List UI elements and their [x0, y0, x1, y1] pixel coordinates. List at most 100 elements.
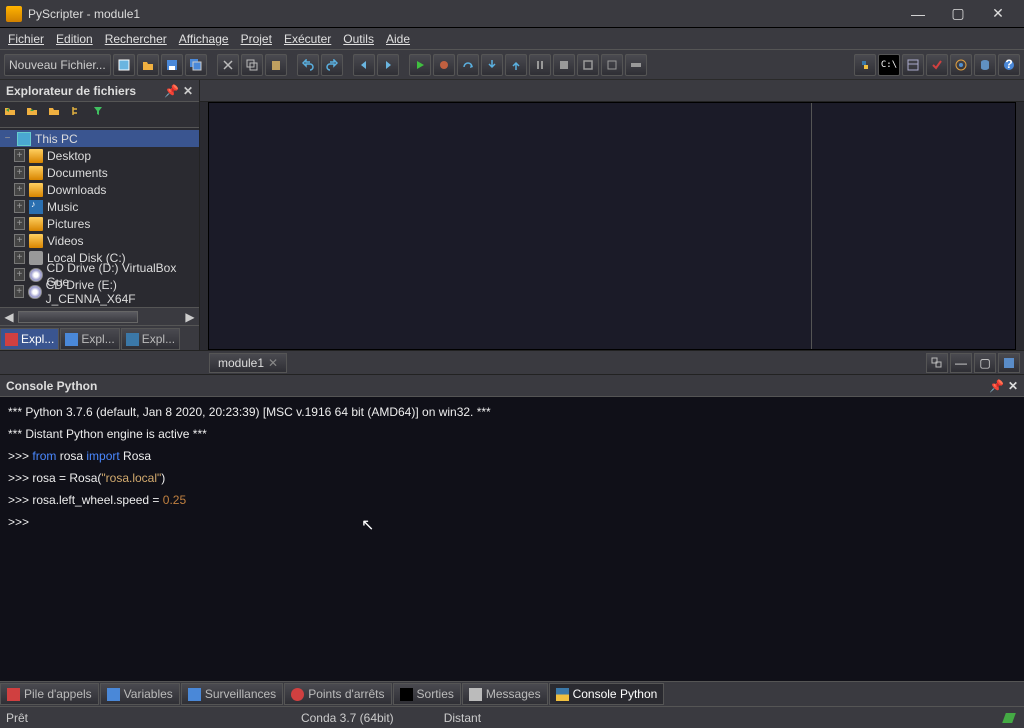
tab-variables[interactable]: Variables	[100, 683, 180, 705]
tree-item-documents[interactable]: +Documents	[0, 164, 199, 181]
pin-icon[interactable]: 📌	[164, 84, 179, 98]
redo-icon[interactable]	[321, 54, 343, 76]
debug-icon[interactable]	[433, 54, 455, 76]
expand-icon[interactable]: +	[14, 268, 25, 281]
expand-icon[interactable]: +	[14, 149, 25, 162]
scroll-right-icon[interactable]: ▶	[181, 308, 199, 325]
tab-messages[interactable]: Messages	[462, 683, 548, 705]
menu-executer[interactable]: Exécuter	[284, 32, 331, 46]
tab-points-arrets[interactable]: Points d'arrêts	[284, 683, 391, 705]
run-icon[interactable]	[409, 54, 431, 76]
console-close-icon[interactable]: ✕	[1008, 379, 1018, 393]
explorer-tab-2[interactable]: Expl...	[60, 328, 119, 350]
save-icon[interactable]	[161, 54, 183, 76]
explorer-tab-3[interactable]: Expl...	[121, 328, 180, 350]
step-into-icon[interactable]	[481, 54, 503, 76]
svg-text:?: ?	[1005, 59, 1012, 71]
menu-rechercher[interactable]: Rechercher	[105, 32, 167, 46]
tab-max-icon[interactable]	[998, 353, 1020, 373]
scroll-left-icon[interactable]: ◀	[0, 308, 18, 325]
new-file-button[interactable]: Nouveau Fichier...	[4, 54, 111, 76]
menu-edition[interactable]: Edition	[56, 32, 93, 46]
tool-icon[interactable]	[601, 54, 623, 76]
step-over-icon[interactable]	[457, 54, 479, 76]
menu-fichier[interactable]: Fichier	[8, 32, 44, 46]
tree-item-downloads[interactable]: +Downloads	[0, 181, 199, 198]
editor-tab-controls: — ▢	[926, 353, 1020, 373]
new-icon[interactable]	[113, 54, 135, 76]
undo-icon[interactable]	[297, 54, 319, 76]
up-folder-icon[interactable]	[26, 105, 46, 125]
wheel-icon[interactable]	[950, 54, 972, 76]
layout-icon[interactable]	[902, 54, 924, 76]
editor-margin-line	[811, 103, 812, 349]
explorer-h-scrollbar[interactable]: ◀ ▶	[0, 307, 199, 325]
cd-icon	[28, 285, 41, 299]
tree-item-videos[interactable]: +Videos	[0, 232, 199, 249]
copy-icon[interactable]	[241, 54, 263, 76]
scroll-thumb[interactable]	[18, 311, 138, 323]
help-icon[interactable]: ?	[998, 54, 1020, 76]
tab-surveillances[interactable]: Surveillances	[181, 683, 283, 705]
check-icon[interactable]	[926, 54, 948, 76]
menu-affichage[interactable]: Affichage	[179, 32, 229, 46]
expand-icon[interactable]: +	[14, 251, 25, 264]
tree-item-cd-drive-e[interactable]: +CD Drive (E:) J_CENNA_X64F	[0, 283, 199, 300]
expand-icon[interactable]: +	[14, 183, 25, 196]
expand-icon[interactable]: +	[14, 200, 25, 213]
menu-outils[interactable]: Outils	[343, 32, 374, 46]
tab-restore-icon[interactable]: ▢	[974, 353, 996, 373]
pause-icon[interactable]	[529, 54, 551, 76]
filter-icon[interactable]	[92, 105, 112, 125]
stop-icon[interactable]	[553, 54, 575, 76]
python-icon[interactable]	[854, 54, 876, 76]
tab-console-python[interactable]: Console Python	[549, 683, 665, 705]
open-icon[interactable]	[137, 54, 159, 76]
tree-view-icon[interactable]	[70, 105, 90, 125]
tree-item-pictures[interactable]: +Pictures	[0, 215, 199, 232]
maximize-button[interactable]: ▢	[938, 0, 978, 27]
saveall-icon[interactable]	[185, 54, 207, 76]
editor-canvas[interactable]	[208, 102, 1016, 350]
collapse-icon[interactable]: −	[2, 133, 13, 144]
tab-sorties[interactable]: Sorties	[393, 683, 461, 705]
explorer-title-bar: Explorateur de fichiers 📌 ✕	[0, 80, 199, 102]
scroll-track[interactable]	[18, 311, 181, 323]
expand-icon[interactable]: +	[14, 234, 25, 247]
back-icon[interactable]	[353, 54, 375, 76]
expand-icon[interactable]: +	[14, 285, 24, 298]
folder-icon	[29, 149, 43, 163]
expand-icon[interactable]: +	[14, 217, 25, 230]
status-env: Conda 3.7 (64bit)	[301, 711, 394, 725]
forward-icon[interactable]	[377, 54, 399, 76]
cmd-icon[interactable]: C:\	[878, 54, 900, 76]
stop2-icon[interactable]	[577, 54, 599, 76]
console-output[interactable]: *** Python 3.7.6 (default, Jan 8 2020, 2…	[0, 397, 1024, 681]
step-out-icon[interactable]	[505, 54, 527, 76]
tool2-icon[interactable]	[625, 54, 647, 76]
console-pin-icon[interactable]: 📌	[989, 379, 1004, 393]
tab-pile-appels[interactable]: Pile d'appels	[0, 683, 99, 705]
back-folder-icon[interactable]	[4, 105, 24, 125]
console-prompt[interactable]: >>>	[8, 511, 1016, 533]
tree-item-music[interactable]: +Music	[0, 198, 199, 215]
editor-area	[200, 80, 1024, 350]
browse-folder-icon[interactable]	[48, 105, 68, 125]
editor-tab-module1[interactable]: module1 ✕	[209, 353, 287, 373]
menu-aide[interactable]: Aide	[386, 32, 410, 46]
minimize-button[interactable]: —	[898, 0, 938, 27]
close-tab-icon[interactable]: ✕	[268, 356, 278, 370]
close-panel-icon[interactable]: ✕	[183, 84, 193, 98]
close-button[interactable]: ✕	[978, 0, 1018, 27]
menu-projet[interactable]: Projet	[241, 32, 272, 46]
expand-icon[interactable]: +	[14, 166, 25, 179]
file-tree[interactable]: − This PC +Desktop +Documents +Downloads…	[0, 128, 199, 307]
explorer-tab-1[interactable]: Expl...	[0, 328, 59, 350]
db-icon[interactable]	[974, 54, 996, 76]
cut-icon[interactable]	[217, 54, 239, 76]
tab-min-icon[interactable]: —	[950, 353, 972, 373]
tree-item-desktop[interactable]: +Desktop	[0, 147, 199, 164]
paste-icon[interactable]	[265, 54, 287, 76]
windows-icon[interactable]	[926, 353, 948, 373]
tree-item-this-pc[interactable]: − This PC	[0, 130, 199, 147]
